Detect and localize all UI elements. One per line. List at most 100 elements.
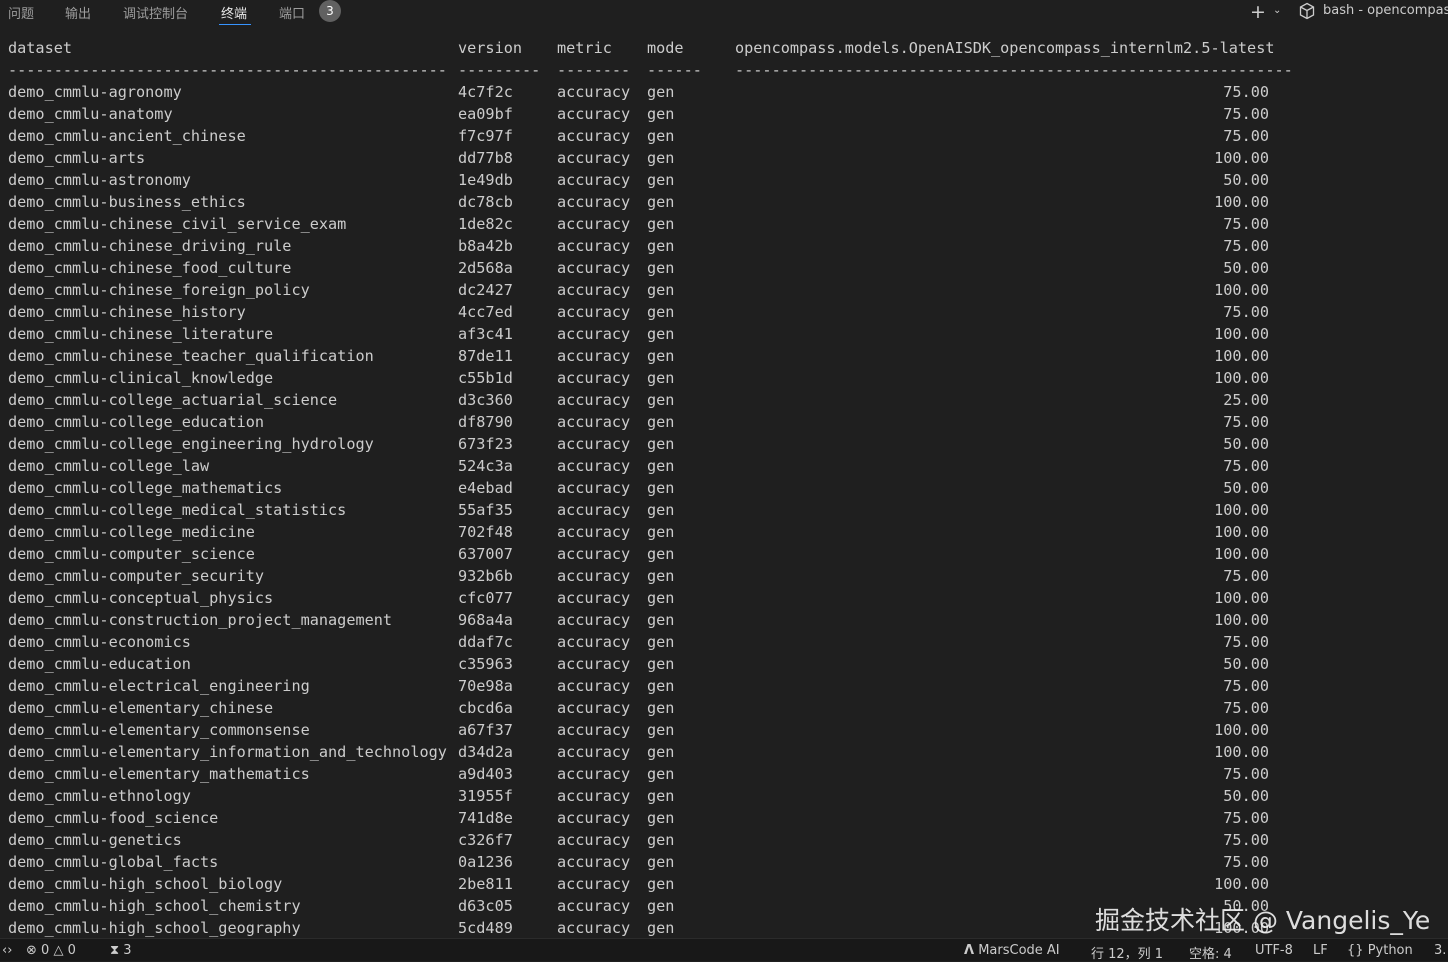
- cell-score: 100.00: [1214, 347, 1269, 365]
- cell-version: 2be811: [458, 875, 513, 893]
- cell-metric: accuracy: [557, 567, 631, 585]
- cell-score: 100.00: [1214, 369, 1269, 387]
- cell-score: 50.00: [1223, 787, 1269, 805]
- cell-metric: accuracy: [557, 369, 631, 387]
- terminal-shell-selector[interactable]: bash - opencompass: [1323, 3, 1448, 18]
- cell-version: 673f23: [458, 435, 513, 453]
- cell-dataset: demo_cmmlu-conceptual_physics: [8, 589, 274, 607]
- cell-version: 524c3a: [458, 457, 513, 475]
- cell-dataset: demo_cmmlu-food_science: [8, 809, 219, 827]
- cell-score: 100.00: [1214, 501, 1269, 519]
- cell-version: 5cd489: [458, 919, 513, 937]
- cell-dataset: demo_cmmlu-college_law: [8, 457, 210, 475]
- cell-score: 100.00: [1214, 545, 1269, 563]
- cell-mode: gen: [647, 325, 675, 343]
- cell-version: d63c05: [458, 897, 513, 915]
- cell-metric: accuracy: [557, 149, 631, 167]
- cell-dataset: demo_cmmlu-ancient_chinese: [8, 127, 246, 145]
- header-mode: mode: [647, 39, 684, 57]
- cell-metric: accuracy: [557, 479, 631, 497]
- cell-version: 932b6b: [458, 567, 513, 585]
- cell-dataset: demo_cmmlu-electrical_engineering: [8, 677, 310, 695]
- cell-score: 100.00: [1214, 611, 1269, 629]
- line-ending[interactable]: LF: [1313, 943, 1328, 958]
- cell-score: 75.00: [1223, 699, 1269, 717]
- cell-mode: gen: [647, 369, 675, 387]
- ports-indicator[interactable]: ⧗ 3: [110, 943, 132, 958]
- cell-metric: accuracy: [557, 611, 631, 629]
- cell-dataset: demo_cmmlu-elementary_mathematics: [8, 765, 310, 783]
- cell-metric: accuracy: [557, 677, 631, 695]
- problems-indicator[interactable]: ⊗ 0 △ 0: [26, 943, 76, 958]
- cell-metric: accuracy: [557, 787, 631, 805]
- cell-mode: gen: [647, 413, 675, 431]
- cell-dataset: demo_cmmlu-elementary_commonsense: [8, 721, 310, 739]
- cell-score: 75.00: [1223, 215, 1269, 233]
- cell-dataset: demo_cmmlu-college_medicine: [8, 523, 255, 541]
- cell-score: 50.00: [1223, 479, 1269, 497]
- separator-metric: --------: [557, 61, 631, 79]
- cell-mode: gen: [647, 853, 675, 871]
- cell-metric: accuracy: [557, 831, 631, 849]
- tab-ports[interactable]: 端口: [279, 3, 305, 22]
- cell-dataset: demo_cmmlu-college_engineering_hydrology: [8, 435, 374, 453]
- tab-output[interactable]: 输出: [65, 3, 91, 22]
- cell-metric: accuracy: [557, 809, 631, 827]
- tab-terminal[interactable]: 终端: [221, 3, 247, 22]
- chevron-down-icon[interactable]: ⌄: [1273, 5, 1281, 16]
- cell-version: dd77b8: [458, 149, 513, 167]
- cell-score: 75.00: [1223, 413, 1269, 431]
- cell-dataset: demo_cmmlu-elementary_information_and_te…: [8, 743, 447, 761]
- cell-version: 1e49db: [458, 171, 513, 189]
- cell-metric: accuracy: [557, 655, 631, 673]
- warning-icon: △: [53, 943, 64, 958]
- cell-version: 87de11: [458, 347, 513, 365]
- cell-mode: gen: [647, 127, 675, 145]
- cell-dataset: demo_cmmlu-high_school_biology: [8, 875, 283, 893]
- cell-version: 55af35: [458, 501, 513, 519]
- cell-mode: gen: [647, 875, 675, 893]
- cell-version: f7c97f: [458, 127, 513, 145]
- cell-metric: accuracy: [557, 589, 631, 607]
- cell-metric: accuracy: [557, 721, 631, 739]
- cell-mode: gen: [647, 611, 675, 629]
- python-version[interactable]: 3.: [1434, 943, 1446, 958]
- cell-mode: gen: [647, 655, 675, 673]
- cell-mode: gen: [647, 567, 675, 585]
- cell-version: cfc077: [458, 589, 513, 607]
- cell-version: df8790: [458, 413, 513, 431]
- cell-score: 100.00: [1214, 875, 1269, 893]
- cell-score: 75.00: [1223, 105, 1269, 123]
- indentation[interactable]: 空格: 4: [1189, 943, 1232, 962]
- status-bar: ‹› ⊗ 0 △ 0 ⧗ 3 Λ MarsCode AI 行 12，列 1 空格…: [0, 938, 1448, 962]
- cell-mode: gen: [647, 215, 675, 233]
- plus-icon[interactable]: +: [1250, 1, 1266, 23]
- cell-version: d3c360: [458, 391, 513, 409]
- cell-version: c35963: [458, 655, 513, 673]
- cell-score: 75.00: [1223, 457, 1269, 475]
- cell-dataset: demo_cmmlu-chinese_history: [8, 303, 246, 321]
- cell-dataset: demo_cmmlu-arts: [8, 149, 146, 167]
- separator-mode: ------: [647, 61, 702, 79]
- tab-debug-console[interactable]: 调试控制台: [123, 3, 188, 22]
- language-mode[interactable]: {} Python: [1347, 943, 1413, 958]
- cell-metric: accuracy: [557, 699, 631, 717]
- remote-icon[interactable]: ‹›: [2, 943, 12, 958]
- cell-dataset: demo_cmmlu-computer_science: [8, 545, 255, 563]
- separator-model: ----------------------------------------…: [735, 61, 1293, 79]
- encoding[interactable]: UTF-8: [1255, 943, 1293, 958]
- terminal-output[interactable]: dataset version metric mode opencompass.…: [0, 28, 1448, 938]
- braces-icon: {}: [1347, 943, 1364, 958]
- cell-metric: accuracy: [557, 237, 631, 255]
- marscode-status[interactable]: Λ MarsCode AI: [964, 943, 1060, 958]
- cell-dataset: demo_cmmlu-chinese_literature: [8, 325, 274, 343]
- tab-problems[interactable]: 问题: [8, 3, 34, 22]
- cell-mode: gen: [647, 259, 675, 277]
- cell-mode: gen: [647, 787, 675, 805]
- cell-score: 75.00: [1223, 677, 1269, 695]
- cell-metric: accuracy: [557, 457, 631, 475]
- cell-mode: gen: [647, 809, 675, 827]
- cursor-position[interactable]: 行 12，列 1: [1091, 943, 1163, 962]
- cell-dataset: demo_cmmlu-high_school_geography: [8, 919, 301, 937]
- cell-score: 75.00: [1223, 809, 1269, 827]
